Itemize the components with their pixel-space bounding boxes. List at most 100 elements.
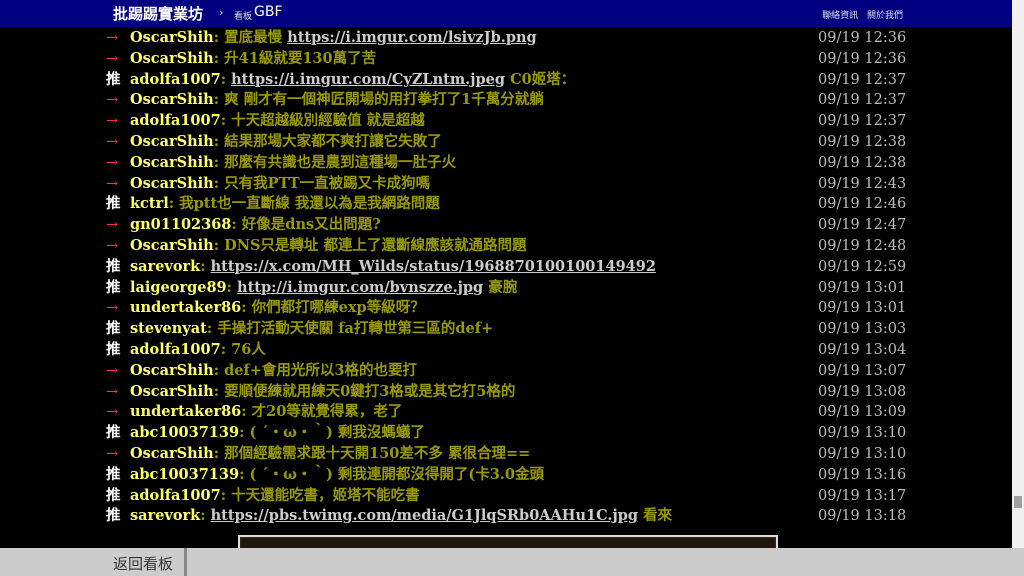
comment-user: stevenyat: 手操打活動天使關 fa打轉世第三區的def+	[130, 319, 493, 340]
comment-text: :	[200, 507, 211, 525]
comment-text-suffix: 看來	[637, 507, 673, 525]
comment-row: → OscarShih: 只有我PTT一直被踢又卡成狗嗎 09/19 12:43	[0, 174, 1012, 195]
site-title-link[interactable]: 批踢踢實業坊	[113, 3, 203, 24]
comment-user: kctrl: 我ptt也一直斷線 我還以為是我網路問題	[130, 194, 440, 215]
comment-row: 推 adolfa1007: 十天還能吃書，姬塔不能吃書 09/19 13:17	[0, 486, 1012, 507]
comment-text: : 只有我PTT一直被踢又卡成狗嗎	[213, 174, 431, 192]
comment-user: OscarShih: DNS只是轉址 都連上了還斷線應該就通路問題	[130, 236, 526, 257]
bottom-bar: 返回看板	[0, 548, 1024, 576]
comment-link[interactable]: https://x.com/MH_Wilds/status/1968870100…	[211, 258, 656, 275]
comment-row: → undertaker86: 才20等就覺得累，老了 09/19 13:09	[0, 402, 1012, 423]
comment-row: → OscarShih: 結果那場大家都不爽打讓它失敗了 09/19 12:38	[0, 132, 1012, 153]
vertical-scrollbar[interactable]	[1012, 0, 1024, 548]
push-tag: 推	[106, 465, 121, 483]
comment-row: → OscarShih: DNS只是轉址 都連上了還斷線應該就通路問題 09/19 …	[0, 236, 1012, 257]
comment-username: adolfa1007	[130, 112, 221, 130]
comment-content: : 結果那場大家都不爽打讓它失敗了	[214, 133, 442, 150]
push-tag: 推	[106, 70, 121, 88]
comment-username: abc10037139	[130, 424, 240, 442]
contact-link[interactable]: 聯絡資訊	[822, 11, 858, 21]
comment-row: → adolfa1007: 十天超越級別經驗值 就是超越 09/19 12:37	[0, 111, 1012, 132]
comment-time: 09/19 12:37	[818, 92, 907, 109]
comment-content: : ( ´・ω・｀) 剩我連開都沒得開了(卡3.0金頭	[239, 466, 544, 483]
comment-row: → OscarShih: 那麼有共識也是農到這種場一肚子火 09/19 12:38	[0, 153, 1012, 174]
comment-content: : 手操打活動天使關 fa打轉世第三區的def+	[207, 320, 493, 337]
comment-username: OscarShih	[130, 49, 214, 67]
comment-username: undertaker86	[130, 403, 242, 421]
arrow-tag: →	[106, 445, 119, 462]
comment-link[interactable]: https://pbs.twimg.com/media/G1JlqSRb0AAH…	[211, 507, 638, 524]
back-to-board-button[interactable]: 返回看板	[113, 553, 173, 574]
push-tag: 推	[106, 278, 121, 296]
comment-username: sarevork	[130, 507, 201, 525]
push-tag: 推	[106, 195, 121, 213]
comment-content: : ( ´・ω・｀) 剩我沒螞蟻了	[239, 424, 425, 441]
comment-content: : 升41級就要130萬了苦	[214, 50, 376, 67]
comment-row: → OscarShih: 置底最慢 https://i.imgur.com/lsi…	[0, 28, 1012, 49]
push-tag: 推	[106, 320, 121, 338]
comment-content: : 那個經驗需求跟十天開150差不多 累很合理==	[214, 445, 531, 462]
comment-text: :	[200, 257, 211, 275]
comment-text: : 好像是dns又出問題?	[231, 216, 381, 234]
comment-user: laigeorge89: http://i.imgur.com/bvnszze.…	[130, 278, 517, 299]
comment-time: 09/19 12:36	[818, 30, 907, 46]
comment-text: : 我ptt也一直斷線 我還以為是我網路問題	[168, 195, 440, 213]
comment-link[interactable]: http://i.imgur.com/bvnszze.jpg	[237, 279, 483, 296]
arrow-tag: →	[106, 92, 119, 109]
comment-text: : 那麼有共識也是農到這種場一肚子火	[213, 153, 457, 171]
about-link[interactable]: 關於我們	[867, 11, 903, 21]
comment-content: : 置底最慢 https://i.imgur.com/lsivzJb.png	[214, 29, 537, 46]
arrow-tag: →	[106, 113, 119, 130]
comment-text: : 十天超越級別經驗值 就是超越	[220, 112, 425, 130]
comment-content: : 爽 剛才有一個神匠開場的用打拳打了1千萬分就躺	[214, 91, 544, 108]
comment-user: OscarShih: 那個經驗需求跟十天開150差不多 累很合理==	[130, 444, 530, 465]
comment-user: sarevork: https://pbs.twimg.com/media/G1…	[130, 506, 672, 527]
arrow-tag: →	[106, 217, 119, 234]
comment-content: : 你們都打哪練exp等級呀？	[241, 299, 424, 316]
comment-text: : 那個經驗需求跟十天開150差不多 累很合理==	[213, 444, 531, 462]
comment-user: OscarShih: 那麼有共識也是農到這種場一肚子火	[130, 153, 456, 174]
comment-username: OscarShih	[130, 29, 214, 46]
comment-content: : https://pbs.twimg.com/media/G1JlqSRb0A…	[200, 507, 672, 524]
arrow-tag: →	[106, 237, 119, 254]
comment-row: 推 laigeorge89: http://i.imgur.com/bvnszze…	[0, 278, 1012, 299]
comment-time: 09/19 13:18	[818, 508, 907, 525]
comment-text: : 76人	[220, 340, 266, 358]
comment-content: : 76人	[221, 341, 266, 358]
comment-time: 09/19 12:47	[818, 217, 907, 234]
push-tag: 推	[106, 424, 121, 442]
comment-row: 推 kctrl: 我ptt也一直斷線 我還以為是我網路問題 09/19 12:46	[0, 194, 1012, 215]
comment-username: undertaker86	[130, 299, 242, 317]
comment-link[interactable]: https://i.imgur.com/lsivzJb.png	[287, 29, 536, 46]
comment-time: 09/19 12:48	[818, 237, 907, 254]
comment-user: adolfa1007: 76人	[130, 340, 266, 361]
comment-user: undertaker86: 才20等就覺得累，老了	[130, 402, 402, 423]
comment-row: → gn01102368: 好像是dns又出問題? 09/19 12:47	[0, 215, 1012, 236]
arrow-tag: →	[106, 404, 119, 421]
board-name-link[interactable]: GBF	[254, 4, 283, 20]
bottom-divider	[184, 548, 187, 576]
comment-row: → OscarShih: 爽 剛才有一個神匠開場的用打拳打了1千萬分就躺 09/19…	[0, 90, 1012, 111]
comment-time: 09/19 12:43	[818, 175, 907, 192]
comment-user: gn01102368: 好像是dns又出問題?	[130, 215, 381, 236]
top-navigation-bar: 批踢踢實業坊 › 看板 GBF 聯絡資訊 關於我們	[0, 0, 1012, 27]
comment-link[interactable]: https://i.imgur.com/CyZLntm.jpeg	[231, 71, 505, 88]
comment-time: 09/19 13:10	[818, 445, 907, 462]
comment-content: : 好像是dns又出問題?	[231, 216, 380, 233]
comment-time: 09/19 13:01	[818, 300, 907, 317]
comment-list: → OscarShih: 置底最慢 https://i.imgur.com/lsi…	[0, 28, 1012, 528]
comment-row: → OscarShih: 升41級就要130萬了苦 09/19 12:36	[0, 49, 1012, 70]
comment-text: :	[226, 278, 238, 296]
comment-time: 09/19 12:46	[818, 196, 907, 213]
comment-time: 09/19 13:09	[818, 404, 907, 421]
comment-row: → OscarShih: 要順便練就用練天0鍵打3格或是其它打5格的 09/19 1…	[0, 382, 1012, 403]
comment-text-suffix: 豪腕	[483, 278, 518, 296]
comment-row: 推 abc10037139: ( ´・ω・｀) 剩我連開都沒得開了(卡3.0金頭 0…	[0, 465, 1012, 486]
comment-time: 09/19 13:17	[818, 487, 907, 504]
top-links: 聯絡資訊 關於我們	[816, 8, 903, 21]
comment-user: adolfa1007: 十天超越級別經驗值 就是超越	[130, 111, 425, 132]
scrollbar-thumb[interactable]	[1014, 496, 1022, 508]
comment-time: 09/19 12:38	[818, 133, 907, 150]
comment-time: 09/19 13:07	[818, 362, 907, 379]
comment-text: : DNS只是轉址 都連上了還斷線應該就通路問題	[213, 236, 527, 254]
